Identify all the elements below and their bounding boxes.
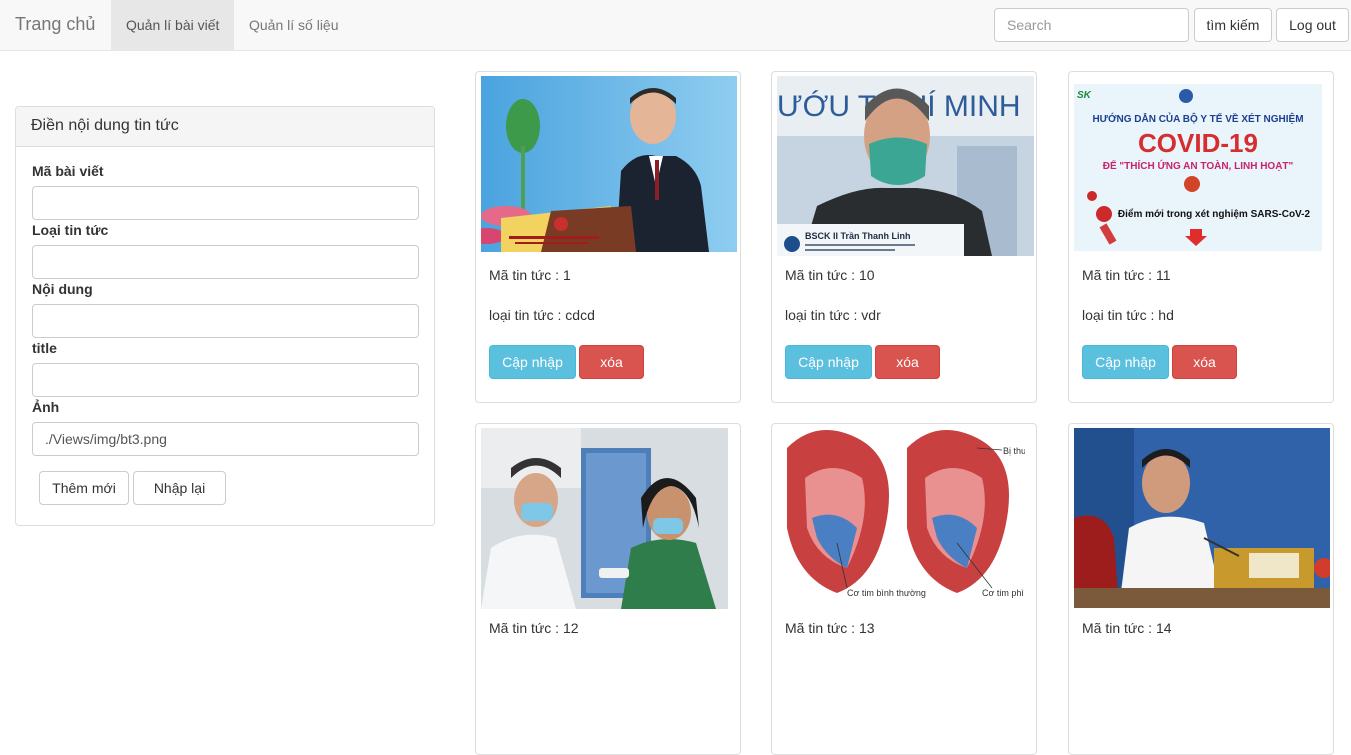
news-card: Cơ tim bình thường Cơ tim phì Bị thu Mã … <box>771 423 1037 755</box>
news-card: ƯỚU T CHÍ MINH BSCK II Trần Thanh Linh M… <box>771 71 1037 403</box>
image-label: Ảnh <box>32 399 60 415</box>
navbar: Trang chủ Quản lí bài viết Quản lí số li… <box>0 0 1351 51</box>
update-button[interactable]: Cập nhập <box>1082 345 1169 379</box>
poster-line-3: ĐỂ "THÍCH ỨNG AN TOÀN, LINH HOẠT" <box>1103 159 1294 172</box>
photo-caption: BSCK II Trần Thanh Linh <box>805 231 911 241</box>
title-input[interactable] <box>32 363 419 397</box>
news-id-text: Mã tin tức : 13 <box>785 620 875 636</box>
news-image-official-podium <box>481 76 737 252</box>
post-id-input[interactable] <box>32 186 419 220</box>
news-card: Mã tin tức : 12 <box>475 423 741 755</box>
heart-label-top: Bị thu <box>1003 446 1025 456</box>
delete-button[interactable]: xóa <box>875 345 940 379</box>
news-id-text: Mã tin tức : 14 <box>1082 620 1172 636</box>
poster-line-1: HƯỚNG DẪN CỦA BỘ Y TẾ VỀ XÉT NGHIỆM <box>1092 112 1303 125</box>
news-id-text: Mã tin tức : 1 <box>489 267 571 283</box>
news-id-text: Mã tin tức : 12 <box>489 620 579 636</box>
news-image-covid-poster: SK HƯỚNG DẪN CỦA BỘ Y TẾ VỀ XÉT NGHIỆM C… <box>1074 84 1322 251</box>
reset-button[interactable]: Nhập lại <box>133 471 226 505</box>
content-label: Nội dung <box>32 281 93 297</box>
news-type-text: loại tin tức : cdcd <box>489 307 595 323</box>
update-button[interactable]: Cập nhập <box>785 345 872 379</box>
news-card: Mã tin tức : 14 <box>1068 423 1334 755</box>
news-image-official-speech <box>1074 428 1330 608</box>
delete-button[interactable]: xóa <box>579 345 644 379</box>
news-id-text: Mã tin tức : 10 <box>785 267 875 283</box>
heart-label-normal: Cơ tim bình thường <box>847 588 926 598</box>
poster-line-2: COVID-19 <box>1138 128 1258 158</box>
news-type-text: loại tin tức : vdr <box>785 307 881 323</box>
heart-label-hypertrophy: Cơ tim phì <box>982 588 1024 598</box>
title-label: title <box>32 340 57 356</box>
news-image-doctor-mask: ƯỚU T CHÍ MINH BSCK II Trần Thanh Linh <box>777 76 1034 256</box>
poster-line-4: Điểm mới trong xét nghiệm SARS-CoV-2 <box>1118 208 1311 220</box>
update-button[interactable]: Cập nhập <box>489 345 576 379</box>
news-image-heart-diagram: Cơ tim bình thường Cơ tim phì Bị thu <box>777 428 1025 604</box>
nav-manage-data[interactable]: Quản lí số liệu <box>234 0 354 50</box>
news-type-text: loại tin tức : hd <box>1082 307 1174 323</box>
nav-manage-posts[interactable]: Quản lí bài viết <box>111 0 235 50</box>
news-type-input[interactable] <box>32 245 419 279</box>
search-button[interactable]: tìm kiếm <box>1194 8 1272 42</box>
post-id-label: Mã bài viết <box>32 163 104 179</box>
news-type-label: Loại tin tức <box>32 222 109 238</box>
panel-heading: Điền nội dung tin tức <box>16 107 434 147</box>
add-new-button[interactable]: Thêm mới <box>39 471 129 505</box>
logout-button[interactable]: Log out <box>1276 8 1349 42</box>
image-path-input[interactable] <box>32 422 419 456</box>
news-form-panel: Điền nội dung tin tức Mã bài viết Loại t… <box>15 106 435 526</box>
brand-link[interactable]: Trang chủ <box>15 14 95 35</box>
poster-logo: SK <box>1077 90 1092 101</box>
search-input[interactable] <box>994 8 1189 42</box>
news-card: SK HƯỚNG DẪN CỦA BỘ Y TẾ VỀ XÉT NGHIỆM C… <box>1068 71 1334 403</box>
content-input[interactable] <box>32 304 419 338</box>
delete-button[interactable]: xóa <box>1172 345 1237 379</box>
news-card: Mã tin tức : 1 loại tin tức : cdcd Cập n… <box>475 71 741 403</box>
news-image-vaccination <box>481 428 728 609</box>
news-id-text: Mã tin tức : 11 <box>1082 267 1171 283</box>
